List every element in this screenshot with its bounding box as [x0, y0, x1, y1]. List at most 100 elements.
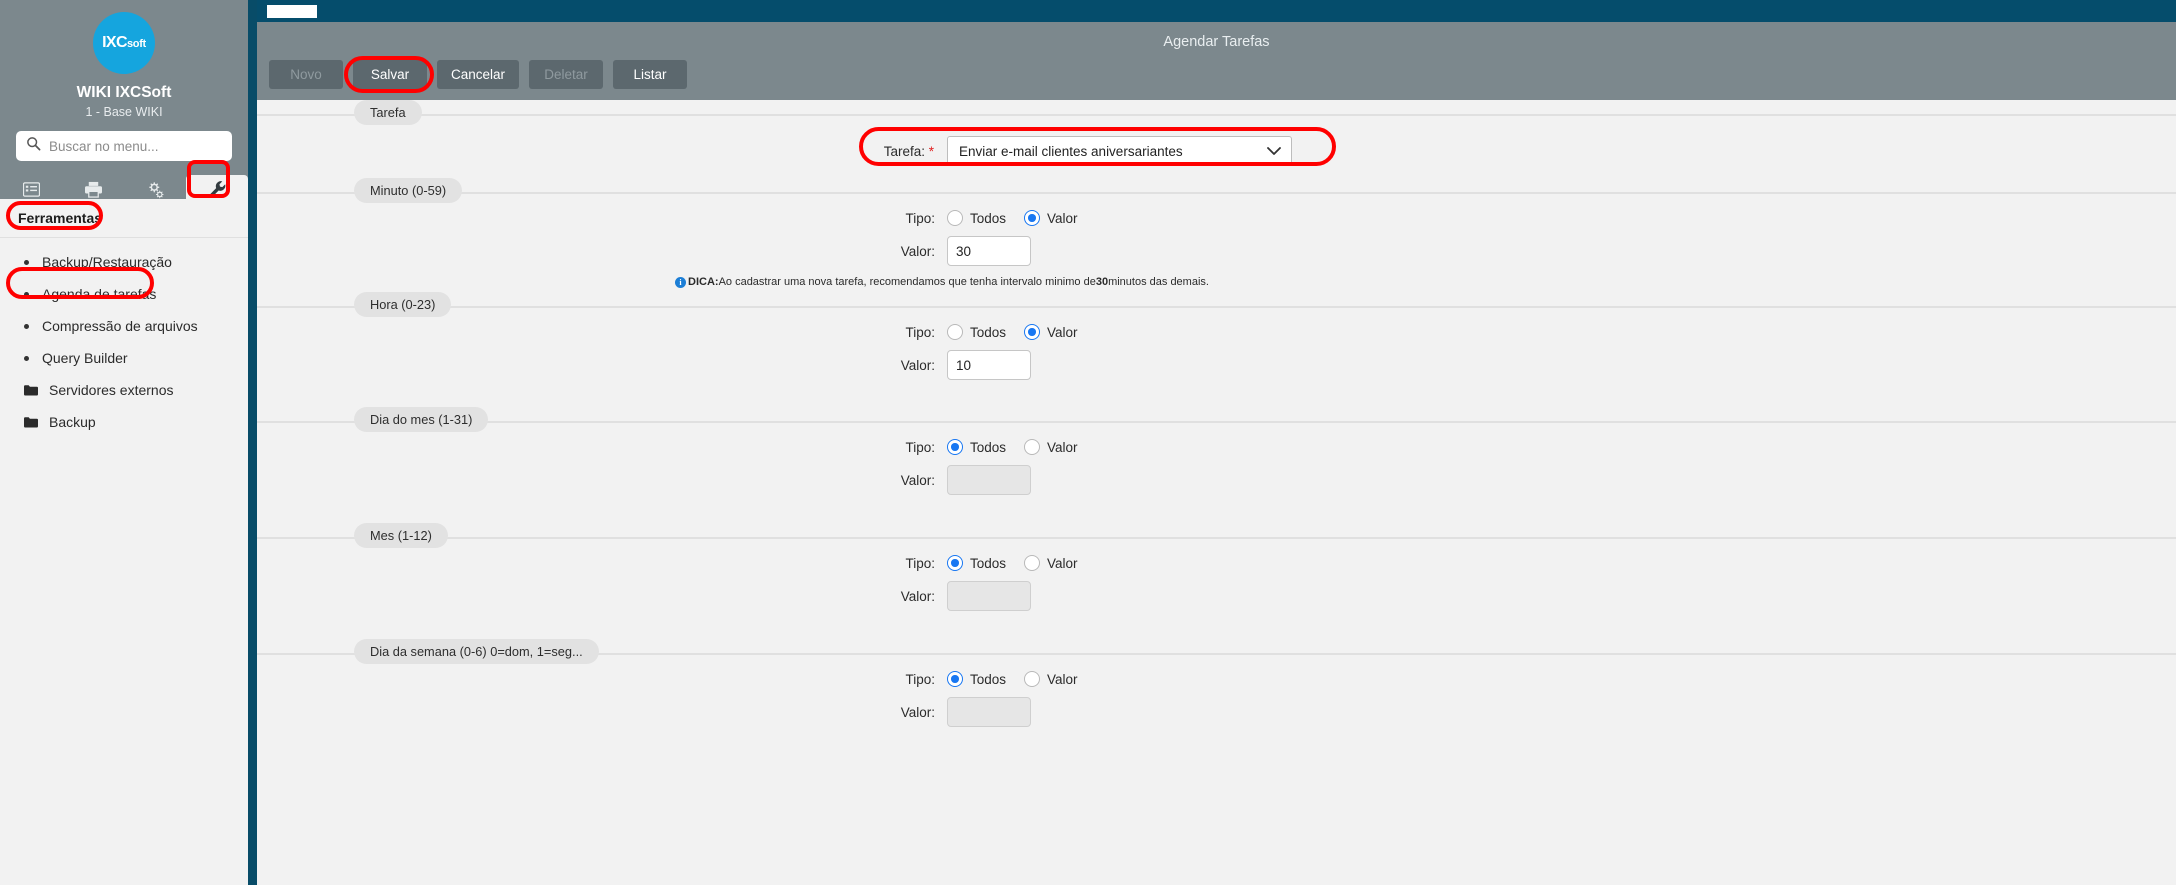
valor-label: Valor: [900, 472, 935, 488]
group-mes: Mes (1-12) Tipo: Todos Valor Valor: [257, 523, 2176, 639]
page-title: Agendar Tarefas [1163, 34, 1270, 50]
group-minuto: Minuto (0-59) Tipo: Todos Valor Valor: 3… [257, 178, 2176, 292]
group-legend-dia-da-semana: Dia da semana (0-6) 0=dom, 1=seg... [354, 639, 599, 664]
sidebar-tab-print[interactable] [62, 175, 124, 209]
radio-label: Valor [1047, 439, 1078, 455]
sidebar-item-compressao-de-arquivos[interactable]: Compressão de arquivos [0, 310, 248, 342]
deletar-button[interactable]: Deletar [529, 60, 604, 89]
tipo-row: Tipo: Todos Valor [257, 210, 2176, 226]
radio-todos-hora[interactable]: Todos [947, 324, 1006, 340]
bullet-icon [24, 323, 29, 329]
sidebar-tab-tools[interactable] [186, 175, 248, 209]
valor-input-mes[interactable] [947, 581, 1031, 611]
tarefa-field-row: Tarefa: * Enviar e-mail clientes anivers… [257, 136, 2176, 166]
sidebar-tab-settings[interactable] [124, 175, 186, 209]
tipo-radio-group: Todos Valor [947, 439, 1078, 455]
main-area: Agendar Tarefas Novo Salvar Cancelar Del… [257, 0, 2176, 885]
sidebar-item-query-builder[interactable]: Query Builder [0, 342, 248, 374]
window-tab[interactable] [267, 5, 317, 18]
novo-button[interactable]: Novo [269, 60, 343, 89]
search-icon [26, 136, 41, 156]
radio-label: Valor [1047, 324, 1078, 340]
sidebar-menu-list: Backup/Restauração Agenda de tarefas Com… [0, 238, 248, 438]
valor-row: Valor: [257, 697, 2176, 727]
ixcsoft-logo: IXCsoft [93, 12, 155, 74]
folder-icon [24, 416, 38, 428]
sidebar-accent-bar [248, 0, 257, 885]
search-box[interactable] [16, 131, 232, 161]
radio-todos-minuto[interactable]: Todos [947, 210, 1006, 226]
salvar-button[interactable]: Salvar [353, 60, 427, 89]
app-root: IXCsoft WIKI IXCSoft 1 - Base WIKI Busca… [0, 0, 2176, 885]
radio-circle [947, 324, 963, 340]
folder-icon [24, 384, 38, 396]
search-input[interactable] [49, 138, 226, 154]
radio-todos-dia-do-mes[interactable]: Todos [947, 439, 1006, 455]
brand-title: WIKI IXCSoft [76, 84, 172, 101]
dica-prefix: DICA: [688, 276, 719, 288]
valor-row: Valor: [257, 236, 2176, 266]
tipo-row: Tipo: Todos Valor [257, 671, 2176, 687]
listar-button[interactable]: Listar [613, 60, 688, 89]
sidebar-item-label: Servidores externos [49, 382, 174, 398]
sidebar-item-backup[interactable]: Backup [0, 406, 248, 438]
tipo-radio-group: Todos Valor [947, 671, 1078, 687]
sidebar-item-label: Compressão de arquivos [42, 318, 198, 334]
dica-bold-value: 30 [1095, 276, 1109, 288]
tipo-label: Tipo: [905, 439, 935, 455]
valor-input-dia-do-mes[interactable] [947, 465, 1031, 495]
group-legend-mes: Mes (1-12) [354, 523, 448, 548]
radio-todos-dia-da-semana[interactable]: Todos [947, 671, 1006, 687]
radio-valor-hora[interactable]: Valor [1024, 324, 1078, 340]
valor-label: Valor: [900, 243, 935, 259]
group-rule [257, 537, 2176, 539]
radio-circle [1024, 324, 1041, 340]
logo-text: IXC [102, 34, 127, 51]
sidebar-icon-tabs [0, 175, 248, 209]
valor-input-dia-da-semana[interactable] [947, 697, 1031, 727]
group-rule [257, 421, 2176, 423]
cancelar-button[interactable]: Cancelar [437, 60, 520, 89]
valor-label: Valor: [900, 588, 935, 604]
group-rule [257, 114, 2176, 116]
valor-row: Valor: [257, 465, 2176, 495]
required-mark: * [928, 143, 934, 159]
sidebar-item-label: Backup/Restauração [42, 254, 172, 270]
sidebar-item-servidores-externos[interactable]: Servidores externos [0, 374, 248, 406]
group-legend-tarefa: Tarefa [354, 100, 422, 125]
radio-todos-mes[interactable]: Todos [947, 555, 1006, 571]
group-tarefa: Tarefa Tarefa: * Enviar e-mail clientes … [257, 100, 2176, 178]
group-legend-minuto: Minuto (0-59) [354, 178, 463, 203]
radio-circle [947, 210, 963, 226]
radio-valor-dia-da-semana[interactable]: Valor [1024, 671, 1078, 687]
group-body: Tarefa: * Enviar e-mail clientes anivers… [257, 100, 2176, 166]
radio-label: Todos [970, 324, 1007, 340]
dica-text-1: Ao cadastrar uma nova tarefa, recomendam… [718, 276, 1096, 288]
tipo-row: Tipo: Todos Valor [257, 324, 2176, 340]
sidebar-item-backup-restauracao[interactable]: Backup/Restauração [0, 246, 248, 278]
dica-minuto: i DICA: Ao cadastrar uma nova tarefa, reco… [257, 276, 2176, 288]
sidebar-item-label: Agenda de tarefas [42, 286, 157, 302]
bullet-icon [24, 291, 29, 297]
tipo-radio-group: Todos Valor [947, 210, 1078, 226]
sidebar-tab-list[interactable] [0, 175, 62, 209]
tarefa-select[interactable]: Enviar e-mail clientes aniversariantes [947, 136, 1292, 166]
radio-valor-dia-do-mes[interactable]: Valor [1024, 439, 1078, 455]
radio-label: Valor [1047, 210, 1078, 226]
tipo-label: Tipo: [905, 671, 935, 687]
group-legend-hora: Hora (0-23) [354, 292, 452, 317]
valor-input-minuto[interactable] [947, 236, 1031, 266]
tipo-row: Tipo: Todos Valor [257, 555, 2176, 571]
sidebar: IXCsoft WIKI IXCSoft 1 - Base WIKI Busca… [0, 0, 248, 885]
page-toolbar: Agendar Tarefas Novo Salvar Cancelar Del… [257, 22, 2176, 100]
radio-circle [1024, 210, 1041, 226]
group-legend-dia-do-mes: Dia do mes (1-31) [354, 407, 489, 432]
radio-valor-mes[interactable]: Valor [1024, 555, 1078, 571]
window-topbar [257, 0, 2176, 22]
radio-valor-minuto[interactable]: Valor [1024, 210, 1078, 226]
bullet-icon [24, 355, 29, 361]
tarefa-label: Tarefa: * [257, 144, 947, 159]
valor-input-hora[interactable] [947, 350, 1031, 380]
sidebar-item-agenda-de-tarefas[interactable]: Agenda de tarefas [0, 278, 248, 310]
sidebar-item-label: Query Builder [42, 350, 128, 366]
